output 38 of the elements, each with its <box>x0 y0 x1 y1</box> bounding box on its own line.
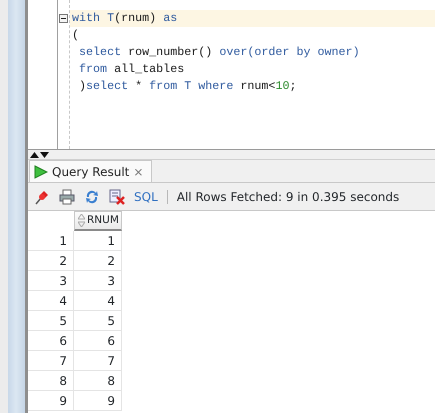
row-number: 9 <box>28 391 74 411</box>
collapse-down-icon[interactable] <box>40 152 49 158</box>
collapse-icon[interactable] <box>59 14 68 23</box>
row-number: 3 <box>28 271 74 291</box>
row-number: 6 <box>28 331 74 351</box>
table-cell: 3 <box>74 271 122 291</box>
table-cell: 4 <box>74 291 122 311</box>
column-label: RNUM <box>87 212 119 228</box>
row-number: 2 <box>28 251 74 271</box>
expand-up-icon[interactable] <box>30 152 39 158</box>
code-line: ( <box>71 27 80 44</box>
row-number: 8 <box>28 371 74 391</box>
table-cell: 7 <box>74 351 122 371</box>
code-line: )select * from T where rnum<10; <box>78 78 298 95</box>
code-editor[interactable]: with T(rnum) as ( select row_number() over(order by owner) from all_tables )select * from T where rnum<10; <box>28 0 435 150</box>
code-line: select row_number() over(order by owner) <box>78 44 361 61</box>
status-text: All Rows Fetched: 9 in 0.395 seconds <box>176 188 400 206</box>
table-cell: 8 <box>74 371 122 391</box>
code-line: from all_tables <box>78 61 186 78</box>
row-number: 5 <box>28 311 74 331</box>
table-cell: 9 <box>74 391 122 411</box>
column-header[interactable]: RNUM <box>74 211 122 231</box>
row-number: 7 <box>28 351 74 371</box>
query-result-tab[interactable]: Query Result × <box>29 160 152 182</box>
sort-icon <box>78 214 85 227</box>
table-cell: 5 <box>74 311 122 331</box>
close-button[interactable]: × <box>133 162 144 180</box>
table-cell: 6 <box>74 331 122 351</box>
row-number: 4 <box>28 291 74 311</box>
table-cell: 1 <box>74 231 122 251</box>
play-icon <box>34 164 48 178</box>
print-icon[interactable] <box>59 188 75 204</box>
clear-icon[interactable] <box>109 188 125 204</box>
sql-link[interactable]: SQL <box>134 188 158 206</box>
table-cell: 2 <box>74 251 122 271</box>
refresh-icon[interactable] <box>84 188 100 204</box>
pin-icon[interactable] <box>34 188 50 204</box>
row-number: 1 <box>28 231 74 251</box>
